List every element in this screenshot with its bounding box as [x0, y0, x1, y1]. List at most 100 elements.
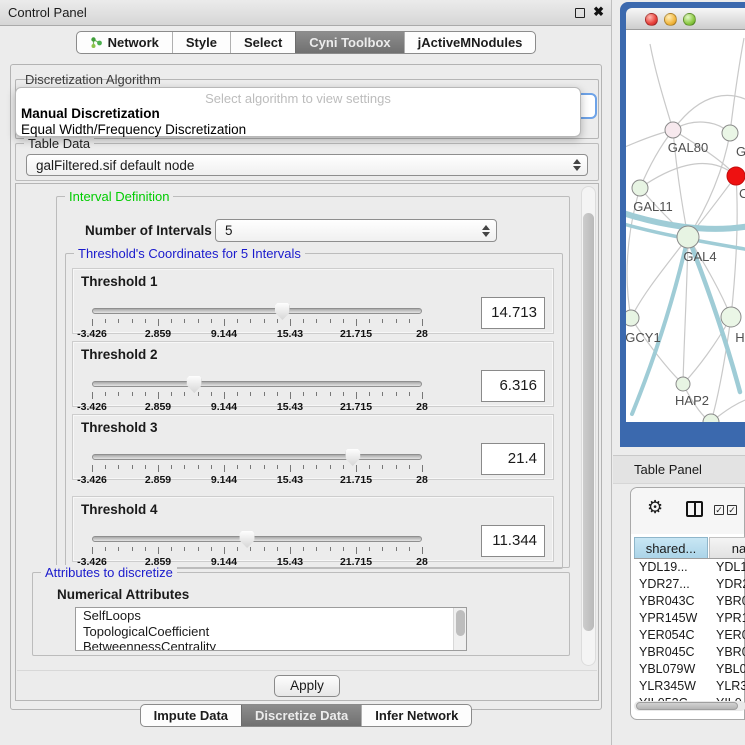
slider-tick: [369, 465, 370, 469]
network-edge[interactable]: [650, 44, 673, 130]
close-icon[interactable]: ✖: [593, 4, 604, 20]
network-node[interactable]: [722, 125, 738, 141]
bottom-tab-label: Impute Data: [154, 708, 228, 723]
slider-track[interactable]: [92, 454, 422, 460]
dropdown-option-equal-width-frequency[interactable]: Equal Width/Frequency Discretization: [21, 122, 246, 137]
scrollbar-thumb[interactable]: [636, 702, 738, 710]
slider-tick: [118, 392, 119, 396]
apply-button[interactable]: Apply: [274, 675, 340, 697]
table-row[interactable]: YBR045CYBR0: [634, 644, 745, 661]
slider-tick: [171, 319, 172, 323]
float-window-icon[interactable]: [575, 8, 585, 18]
network-node-gal80[interactable]: [665, 122, 681, 138]
network-edge[interactable]: [683, 317, 731, 384]
slider-thumb[interactable]: [275, 303, 290, 320]
network-edge[interactable]: [640, 164, 736, 188]
slider-thumb[interactable]: [187, 376, 202, 393]
slider-tick: [303, 547, 304, 551]
combo-spinner-icon[interactable]: [481, 225, 490, 237]
table-panel-header: Table Panel: [613, 455, 745, 484]
slider-tick: [290, 547, 291, 554]
network-canvas[interactable]: GAL80GAL11GAL4GCY1HHAP2GAC: [626, 30, 745, 422]
combo-spinner-icon[interactable]: [572, 159, 581, 171]
columns-icon[interactable]: [686, 501, 703, 517]
table-row[interactable]: YBL079WYBL0: [634, 661, 745, 678]
network-node-h[interactable]: [721, 307, 741, 327]
tab-style[interactable]: Style: [172, 32, 230, 53]
bottom-tab-discretize-data[interactable]: Discretize Data: [241, 705, 361, 726]
slider-tick: [184, 465, 185, 469]
threshold-value-field[interactable]: 6.316: [481, 370, 545, 402]
cell-shared-name: YLR345W: [639, 678, 696, 695]
numerical-attributes-list[interactable]: SelfLoopsTopologicalCoefficientBetweenne…: [75, 607, 467, 651]
settings-vertical-scrollbar[interactable]: [581, 186, 596, 666]
network-node-hap2[interactable]: [676, 377, 690, 391]
scrollbar-thumb[interactable]: [456, 610, 465, 636]
threshold-value-field[interactable]: 11.344: [481, 525, 545, 557]
table-data-value: galFiltered.sif default node: [36, 155, 194, 176]
table-row[interactable]: YDL19...YDL1: [634, 559, 745, 576]
network-node-gal4[interactable]: [677, 226, 699, 248]
network-edge[interactable]: [673, 122, 730, 133]
slider-tick-label: 21.715: [340, 556, 372, 568]
slider-thumb[interactable]: [345, 449, 360, 466]
slider-tick-label: 15.43: [277, 474, 303, 486]
node-label-clipped: C: [739, 186, 745, 201]
tab-select[interactable]: Select: [230, 32, 295, 53]
slider-tick: [277, 547, 278, 551]
slider-track[interactable]: [92, 381, 422, 387]
slider-thumb[interactable]: [240, 531, 255, 548]
table-row[interactable]: YPR145WYPR1: [634, 610, 745, 627]
close-traffic-light-icon[interactable]: [645, 13, 658, 26]
network-edge[interactable]: [730, 38, 744, 133]
table-row[interactable]: YLR345WYLR3: [634, 678, 745, 695]
bottom-tab-infer-network[interactable]: Infer Network: [361, 705, 471, 726]
network-node-gal11[interactable]: [632, 180, 648, 196]
network-node[interactable]: [703, 414, 719, 422]
zoom-traffic-light-icon[interactable]: [683, 13, 696, 26]
network-node[interactable]: [727, 167, 745, 185]
checkbox-icon[interactable]: ✓: [727, 505, 737, 515]
slider-tick: [145, 392, 146, 396]
cell-name: YER0: [716, 627, 745, 644]
slider-track[interactable]: [92, 308, 422, 314]
bottom-tab-impute-data[interactable]: Impute Data: [141, 705, 241, 726]
checkbox-icon[interactable]: ✓: [714, 505, 724, 515]
threshold-slider[interactable]: -3.4262.8599.14415.4321.71528: [92, 449, 422, 479]
attributes-scrollbar[interactable]: [453, 608, 466, 650]
table-row[interactable]: YBR043CYBR0: [634, 593, 745, 610]
column-header-name[interactable]: name: [709, 537, 745, 559]
attribute-list-item[interactable]: TopologicalCoefficient: [76, 624, 466, 640]
tab-network[interactable]: Network: [77, 32, 172, 53]
slider-track[interactable]: [92, 536, 422, 542]
network-node-gcy1[interactable]: [626, 310, 639, 326]
slider-tick: [211, 465, 212, 469]
table-data-combobox[interactable]: galFiltered.sif default node: [26, 154, 588, 176]
threshold-slider[interactable]: -3.4262.8599.14415.4321.71528: [92, 376, 422, 406]
network-icon: [90, 36, 103, 49]
threshold-slider[interactable]: -3.4262.8599.14415.4321.71528: [92, 303, 422, 333]
column-header-shared-name[interactable]: shared...: [634, 537, 708, 559]
cell-shared-name: YBL079W: [639, 661, 695, 678]
threshold-slider[interactable]: -3.4262.8599.14415.4321.71528: [92, 531, 422, 561]
table-horizontal-scrollbar[interactable]: [634, 701, 745, 711]
slider-tick-label: 28: [416, 556, 428, 568]
node-label: HAP2: [675, 393, 709, 408]
tab-label: jActiveMNodules: [418, 35, 523, 50]
threshold-label: Threshold 1: [81, 274, 158, 289]
scrollbar-thumb[interactable]: [583, 213, 594, 631]
number-of-intervals-combobox[interactable]: 5: [215, 219, 497, 242]
dropdown-option-manual-discretization[interactable]: Manual Discretization: [21, 106, 160, 121]
attribute-list-item[interactable]: SelfLoops: [76, 608, 466, 624]
tab-cyni-toolbox[interactable]: Cyni Toolbox: [295, 32, 403, 53]
gear-icon[interactable]: ⚙: [647, 497, 663, 518]
minimize-traffic-light-icon[interactable]: [664, 13, 677, 26]
threshold-value-field[interactable]: 14.713: [481, 297, 545, 329]
threshold-value-field[interactable]: 21.4: [481, 443, 545, 475]
network-window-titlebar[interactable]: [626, 8, 745, 30]
tab-jactivemnodules[interactable]: jActiveMNodules: [404, 32, 536, 53]
table-row[interactable]: YDR27...YDR2: [634, 576, 745, 593]
attribute-list-item[interactable]: BetweennessCentrality: [76, 639, 466, 651]
slider-tick: [343, 319, 344, 323]
table-row[interactable]: YER054CYER0: [634, 627, 745, 644]
